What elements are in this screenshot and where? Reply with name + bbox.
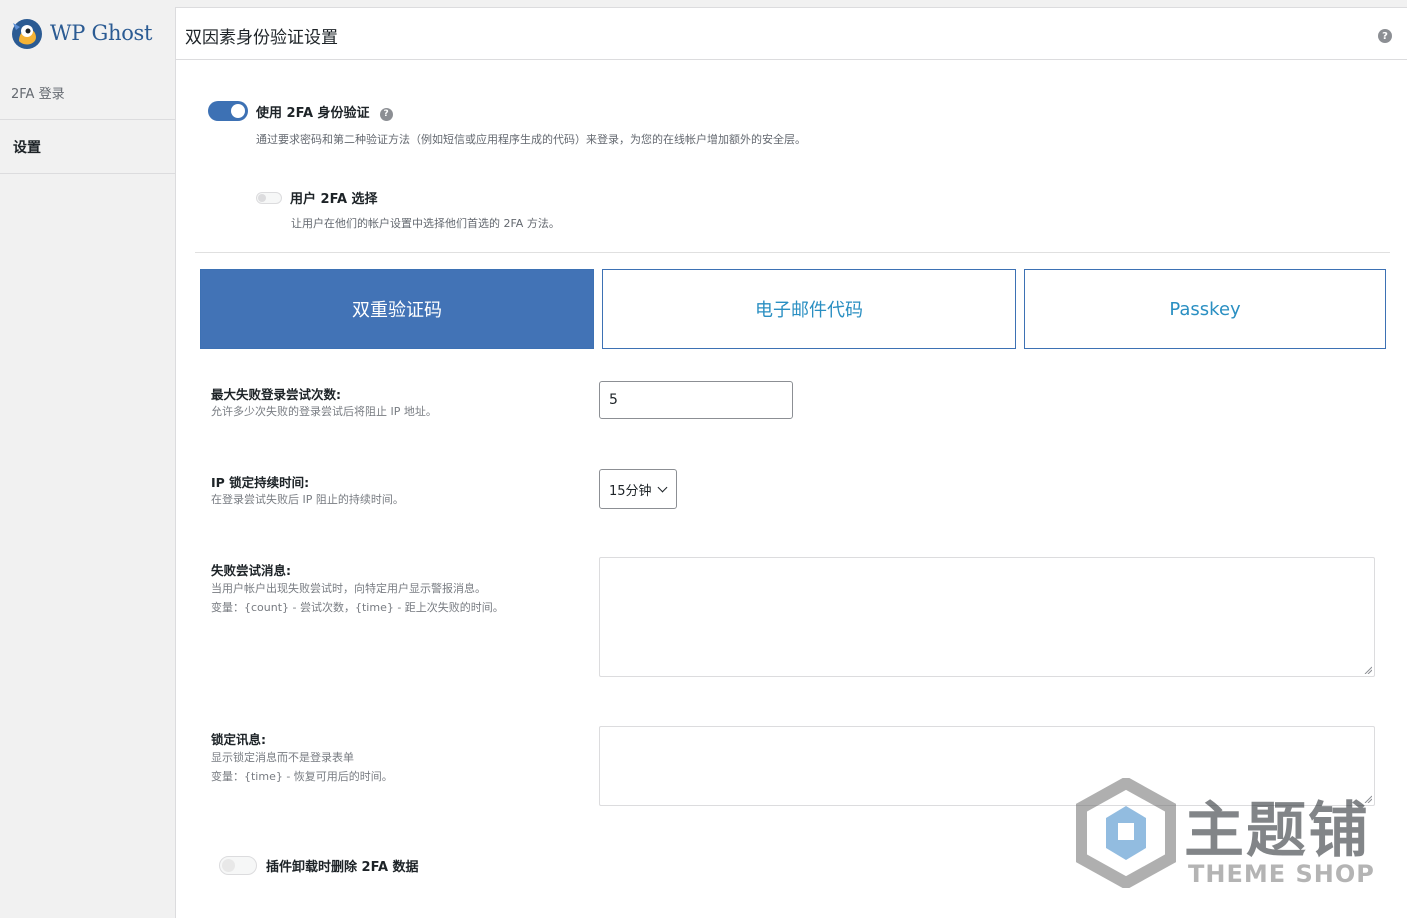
- fail-message-description: 当用户帐户出现失败尝试时，向特定用户显示警报消息。: [211, 582, 486, 595]
- lockout-duration-select[interactable]: 15分钟: [599, 469, 677, 509]
- use-2fa-toggle[interactable]: [208, 101, 248, 121]
- max-attempts-description: 允许多少次失败的登录尝试后将阻止 IP 地址。: [211, 405, 437, 418]
- divider: [195, 252, 1390, 253]
- ghost-logo-icon: [12, 19, 42, 49]
- fail-message-textarea[interactable]: [599, 557, 1375, 677]
- lockout-duration-label: IP 锁定持续时间:: [211, 475, 310, 490]
- delete-2fa-data-toggle[interactable]: [219, 856, 257, 875]
- sidebar: WP Ghost 2FA 登录 设置: [0, 0, 175, 918]
- fail-message-label: 失败尝试消息:: [211, 563, 291, 578]
- use-2fa-label-text: 使用 2FA 身份验证: [256, 106, 370, 121]
- tab-two-factor-code[interactable]: 双重验证码: [200, 269, 594, 349]
- toggle-knob: [231, 104, 245, 118]
- user-2fa-choice-label: 用户 2FA 选择: [290, 192, 378, 207]
- use-2fa-label: 使用 2FA 身份验证?: [256, 102, 393, 121]
- watermark-logo-icon: [1076, 778, 1176, 888]
- fail-message-variables: 变量：{count} - 尝试次数，{time} - 距上次失败的时间。: [211, 601, 504, 614]
- watermark-text-en: THEME SHOP: [1188, 860, 1375, 888]
- use-2fa-description: 通过要求密码和第二种验证方法（例如短信或应用程序生成的代码）来登录，为您的在线帐…: [256, 133, 806, 146]
- help-icon[interactable]: ?: [379, 107, 393, 121]
- toggle-knob: [258, 194, 266, 202]
- panel-header: 双因素身份验证设置 ?: [176, 8, 1407, 60]
- max-attempts-label: 最大失败登录尝试次数:: [211, 387, 341, 402]
- chevron-down-icon: [657, 482, 667, 492]
- brand[interactable]: WP Ghost: [10, 14, 152, 52]
- sidebar-item-2fa-login[interactable]: 2FA 登录: [0, 66, 175, 120]
- select-value: 15分钟: [609, 483, 652, 499]
- tab-passkey[interactable]: Passkey: [1024, 269, 1386, 349]
- brand-name: WP Ghost: [50, 21, 153, 45]
- max-attempts-input[interactable]: 5: [599, 381, 793, 419]
- lockout-message-variables: 变量：{time} - 恢复可用后的时间。: [211, 770, 393, 783]
- lockout-duration-description: 在登录尝试失败后 IP 阻止的持续时间。: [211, 493, 404, 506]
- delete-2fa-data-label: 插件卸载时删除 2FA 数据: [266, 860, 419, 875]
- lockout-message-label: 锁定讯息:: [211, 732, 266, 747]
- tab-email-code[interactable]: 电子邮件代码: [602, 269, 1016, 349]
- watermark: 主题铺 THEME SHOP: [1076, 778, 1386, 888]
- help-icon[interactable]: ?: [1378, 29, 1392, 43]
- sidebar-item-settings[interactable]: 设置: [0, 120, 175, 174]
- resize-grip-icon[interactable]: [1364, 666, 1372, 674]
- sidebar-item-label: 设置: [13, 139, 41, 156]
- page-title: 双因素身份验证设置: [185, 28, 338, 48]
- lockout-message-description: 显示锁定消息而不是登录表单: [211, 751, 354, 764]
- user-2fa-choice-description: 让用户在他们的帐户设置中选择他们首选的 2FA 方法。: [291, 217, 560, 230]
- toggle-knob: [222, 859, 235, 872]
- sidebar-item-label: 2FA 登录: [11, 87, 65, 102]
- watermark-text-cn: 主题铺: [1184, 796, 1370, 866]
- user-2fa-choice-toggle[interactable]: [256, 192, 282, 204]
